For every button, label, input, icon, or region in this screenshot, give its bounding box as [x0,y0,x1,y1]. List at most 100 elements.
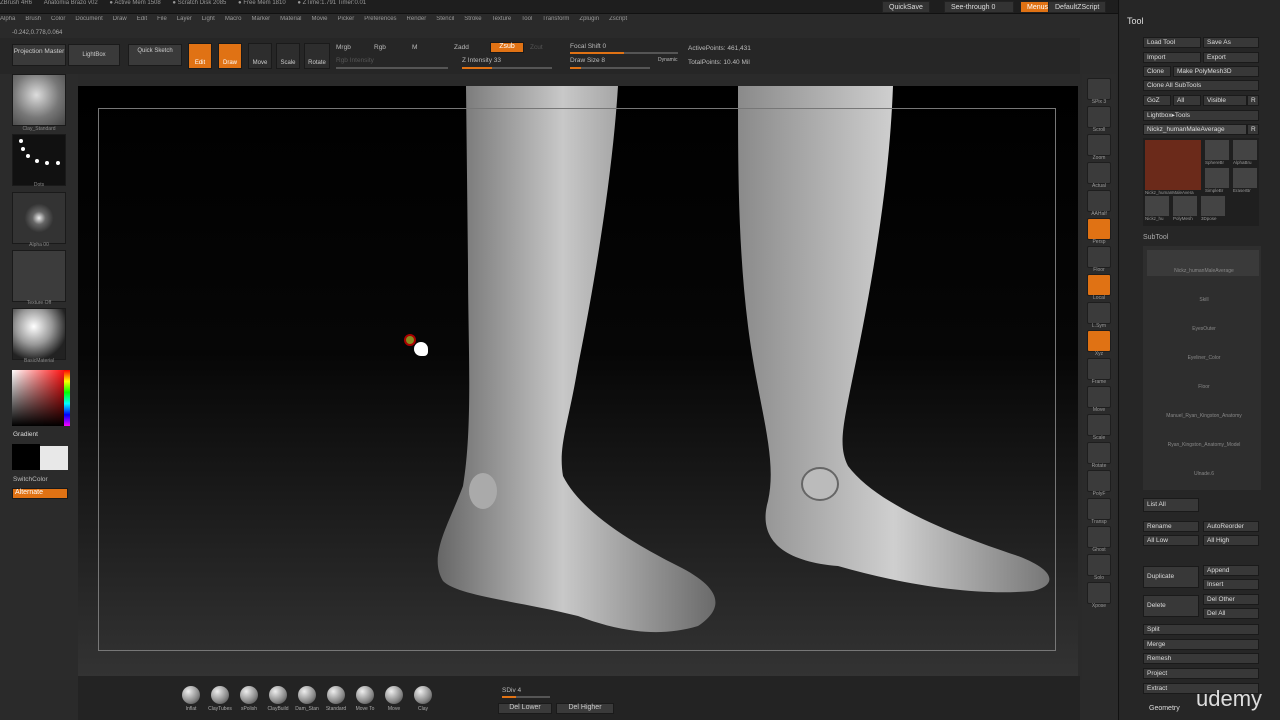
append-button[interactable]: Append [1203,565,1259,576]
menu-item[interactable]: Picker [338,16,355,22]
shelf-button[interactable] [1087,330,1111,352]
visible-button[interactable]: Visible [1203,95,1247,106]
menu-item[interactable]: Marker [251,16,270,22]
goz-all-button[interactable]: All [1173,95,1201,106]
insert-button[interactable]: Insert [1203,579,1259,590]
rgb-intensity-track[interactable] [336,67,448,69]
alpha-thumbnail[interactable] [12,192,66,244]
make-polymesh-button[interactable]: Make PolyMesh3D [1173,66,1259,77]
draw-button[interactable]: Draw [218,43,242,69]
brush-icon[interactable] [211,686,229,704]
autoreorder-button[interactable]: AutoReorder [1203,521,1259,532]
geometry-section[interactable]: Geometry [1149,705,1180,712]
shelf-button[interactable] [1087,582,1111,604]
color-picker[interactable] [12,370,68,426]
scale-button[interactable]: Scale [276,43,300,69]
secondary-color-swatch[interactable] [40,446,68,470]
tool-thumbnail[interactable] [1173,196,1197,216]
tool-thumbnail[interactable] [1233,140,1257,160]
alternate-button[interactable]: Alternate [12,488,68,499]
del-higher-button[interactable]: Del Higher [556,703,614,714]
zcut-button[interactable]: Zcut [530,44,543,51]
menu-item[interactable]: Color [51,16,65,22]
tool-thumbnail[interactable] [1145,140,1201,190]
brush-icon[interactable] [327,686,345,704]
current-tool-field[interactable]: Nickz_humanMaleAverage [1143,124,1247,135]
default-zscript-button[interactable]: DefaultZScript [1048,1,1107,13]
all-low-button[interactable]: All Low [1143,535,1199,546]
projection-master-button[interactable]: Projection Master [12,44,66,66]
menu-item[interactable]: Brush [25,16,41,22]
menu-item[interactable]: Edit [137,16,147,22]
brush-thumbnail[interactable] [12,74,66,126]
zadd-button[interactable]: Zadd [454,44,469,51]
delete-button[interactable]: Delete [1143,595,1199,617]
clone-all-subtools-button[interactable]: Clone All SubTools [1143,80,1259,91]
goz-r-button[interactable]: R [1247,95,1259,106]
subtool-title[interactable]: SubTool [1143,234,1168,241]
zsub-button[interactable]: Zsub [490,42,524,53]
sdiv-slider[interactable]: SDiv 4 [502,687,521,694]
menu-item[interactable]: Macro [225,16,242,22]
z-intensity-track[interactable] [462,67,552,69]
shelf-button[interactable] [1087,470,1111,492]
merge-button[interactable]: Merge [1143,639,1259,650]
quick-sketch-button[interactable]: Quick Sketch [128,44,182,66]
shelf-button[interactable] [1087,386,1111,408]
shelf-button[interactable] [1087,106,1111,128]
lightbox-button[interactable]: LightBox [68,44,120,66]
menu-item[interactable]: Render [407,16,427,22]
rotate-button[interactable]: Rotate [304,43,330,69]
z-intensity-slider[interactable]: Z Intensity 33 [462,57,501,64]
menu-item[interactable]: Stencil [436,16,454,22]
menu-item[interactable]: Zscript [609,16,627,22]
main-color-swatch[interactable] [12,444,40,470]
del-all-button[interactable]: Del All [1203,608,1259,619]
menu-item[interactable]: Document [75,16,102,22]
menu-item[interactable]: Light [202,16,215,22]
brush-icon[interactable] [414,686,432,704]
gradient-label[interactable]: Gradient [13,431,38,438]
remesh-button[interactable]: Remesh [1143,653,1259,664]
draw-size-track[interactable] [570,67,650,69]
menu-item[interactable]: Alpha [0,16,15,22]
shelf-button[interactable] [1087,498,1111,520]
move-button[interactable]: Move [248,43,272,69]
draw-size-slider[interactable]: Draw Size 8 [570,57,605,64]
texture-thumbnail[interactable] [12,250,66,302]
stroke-thumbnail[interactable] [12,134,66,186]
load-tool-button[interactable]: Load Tool [1143,37,1201,48]
del-other-button[interactable]: Del Other [1203,594,1259,605]
shelf-button[interactable] [1087,302,1111,324]
menu-item[interactable]: Layer [177,16,192,22]
clone-button[interactable]: Clone [1143,66,1171,77]
menu-item[interactable]: File [157,16,167,22]
quicksave-button[interactable]: QuickSave [882,1,930,13]
brush-icon[interactable] [385,686,403,704]
brush-icon[interactable] [356,686,374,704]
goz-button[interactable]: GoZ [1143,95,1171,106]
dynamic-button[interactable]: Dynamic [658,57,677,63]
shelf-button[interactable] [1087,554,1111,576]
brush-icon[interactable] [298,686,316,704]
shelf-button[interactable] [1087,134,1111,156]
rgb-button[interactable]: Rgb [374,44,386,51]
shelf-button[interactable] [1087,190,1111,212]
switch-color-button[interactable]: SwitchColor [13,476,48,483]
duplicate-button[interactable]: Duplicate [1143,566,1199,588]
project-button[interactable]: Project [1143,668,1259,679]
menu-item[interactable]: Stroke [464,16,481,22]
shelf-button[interactable] [1087,246,1111,268]
list-all-button[interactable]: List All [1143,498,1199,512]
all-high-button[interactable]: All High [1203,535,1259,546]
menu-item[interactable]: Material [280,16,301,22]
menu-item[interactable]: Zplugin [579,16,599,22]
split-button[interactable]: Split [1143,624,1259,635]
tool-thumbnail[interactable] [1205,140,1229,160]
m-button[interactable]: M [412,44,417,51]
import-button[interactable]: Import [1143,52,1201,63]
menu-item[interactable]: Tool [521,16,532,22]
tool-thumbnail[interactable] [1205,168,1229,188]
shelf-button[interactable] [1087,442,1111,464]
lightbox-tools-button[interactable]: Lightbox▸Tools [1143,110,1259,121]
